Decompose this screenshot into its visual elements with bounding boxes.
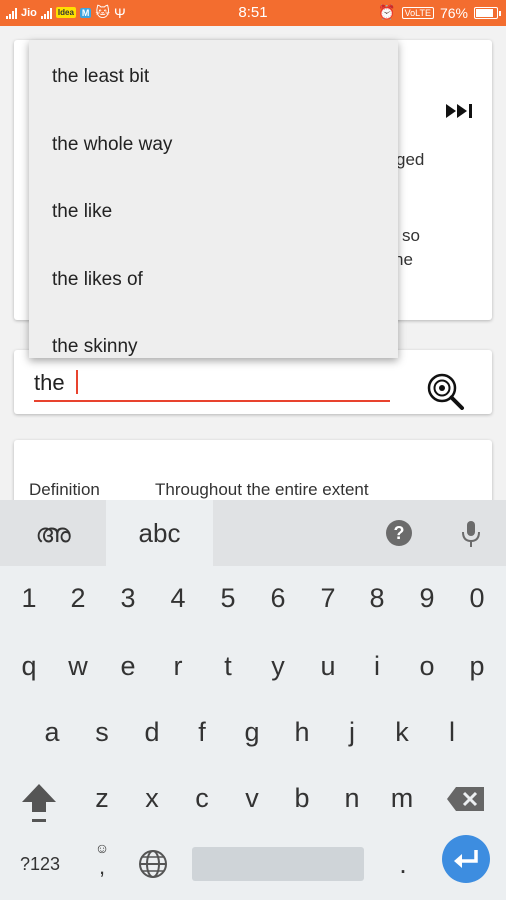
key-0[interactable]: 0 <box>452 568 502 628</box>
key-3[interactable]: 3 <box>103 568 153 628</box>
key-d[interactable]: d <box>127 702 177 762</box>
mic-icon[interactable] <box>460 520 482 548</box>
key-7[interactable]: 7 <box>303 568 353 628</box>
key-f[interactable]: f <box>177 702 227 762</box>
definition-value: Throughout the entire extent <box>155 480 369 499</box>
key-y[interactable]: y <box>253 636 303 696</box>
status-bar: Jio Idea M 🐱 Ψ 8:51 ⏰ VoLTE 76% <box>0 0 506 26</box>
key-z[interactable]: z <box>77 768 127 828</box>
soft-keyboard: അ abc ? 1 2 3 4 5 6 7 8 9 0 q w e r t y … <box>0 500 506 900</box>
suggestion-item[interactable]: the like <box>29 182 398 242</box>
tab-malayalam[interactable]: അ <box>0 500 106 566</box>
globe-icon[interactable] <box>138 849 168 879</box>
shift-icon[interactable] <box>20 782 58 824</box>
key-1[interactable]: 1 <box>4 568 54 628</box>
key-5[interactable]: 5 <box>203 568 253 628</box>
battery-percent: 76% <box>439 4 468 21</box>
key-q[interactable]: q <box>4 636 54 696</box>
key-r[interactable]: r <box>153 636 203 696</box>
key-p[interactable]: p <box>452 636 502 696</box>
key-l[interactable]: l <box>427 702 477 762</box>
key-h[interactable]: h <box>277 702 327 762</box>
suggestion-item[interactable]: the least bit <box>29 47 398 107</box>
comma-emoji-key[interactable]: ☺ , <box>90 840 114 886</box>
card-text-fragment: so <box>402 226 420 245</box>
skip-next-icon[interactable] <box>446 102 476 120</box>
key-m[interactable]: m <box>377 768 427 828</box>
battery-fill <box>476 8 493 17</box>
enter-button[interactable] <box>442 835 490 883</box>
help-icon[interactable]: ? <box>386 520 412 546</box>
card-text-fragment: ged <box>396 150 425 169</box>
search-card <box>14 350 492 414</box>
key-u[interactable]: u <box>303 636 353 696</box>
comma-label: , <box>98 854 106 879</box>
key-4[interactable]: 4 <box>153 568 203 628</box>
key-w[interactable]: w <box>53 636 103 696</box>
suggestion-dropdown: the least bit the whole way the like the… <box>29 40 398 358</box>
key-9[interactable]: 9 <box>402 568 452 628</box>
key-e[interactable]: e <box>103 636 153 696</box>
key-8[interactable]: 8 <box>352 568 402 628</box>
period-key[interactable]: . <box>378 834 428 894</box>
volte-badge: VoLTE <box>401 6 434 19</box>
key-t[interactable]: t <box>203 636 253 696</box>
search-input[interactable] <box>34 366 390 402</box>
key-i[interactable]: i <box>352 636 402 696</box>
enter-arrow-icon <box>454 850 478 868</box>
text-cursor <box>76 370 78 394</box>
key-b[interactable]: b <box>277 768 327 828</box>
key-a[interactable]: a <box>27 702 77 762</box>
key-2[interactable]: 2 <box>53 568 103 628</box>
key-g[interactable]: g <box>227 702 277 762</box>
search-lens-icon[interactable] <box>426 372 466 410</box>
symbols-key[interactable]: ?123 <box>14 834 66 894</box>
key-o[interactable]: o <box>402 636 452 696</box>
key-6[interactable]: 6 <box>253 568 303 628</box>
tab-abc[interactable]: abc <box>106 500 213 566</box>
key-k[interactable]: k <box>377 702 427 762</box>
key-c[interactable]: c <box>177 768 227 828</box>
key-v[interactable]: v <box>227 768 277 828</box>
space-bar[interactable] <box>192 847 364 881</box>
keyboard-toolbar: അ abc ? <box>0 500 506 566</box>
alarm-icon: ⏰ <box>378 4 396 20</box>
key-x[interactable]: x <box>127 768 177 828</box>
key-n[interactable]: n <box>327 768 377 828</box>
suggestion-item[interactable]: the whole way <box>29 115 398 175</box>
key-j[interactable]: j <box>327 702 377 762</box>
battery-icon <box>474 6 501 19</box>
suggestion-item[interactable]: the skinny <box>29 317 398 358</box>
status-right: ⏰ VoLTE 76% <box>378 4 501 21</box>
definition-label: Definition <box>29 480 100 499</box>
backspace-icon[interactable] <box>446 786 486 812</box>
suggestion-item[interactable]: the likes of <box>29 250 398 310</box>
key-s[interactable]: s <box>77 702 127 762</box>
